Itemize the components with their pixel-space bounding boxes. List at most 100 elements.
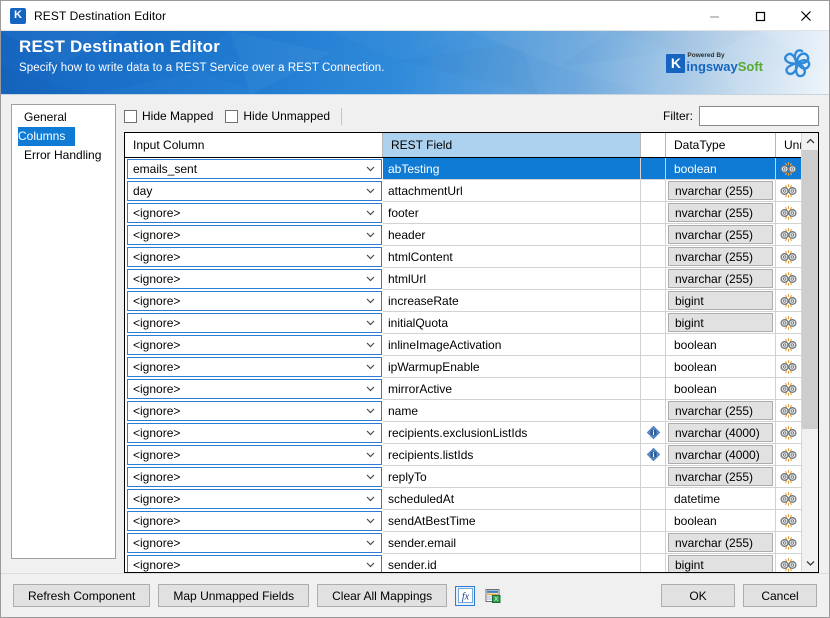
- datatype-value[interactable]: nvarchar (255): [668, 401, 773, 420]
- datatype-cell[interactable]: nvarchar (255): [666, 180, 776, 202]
- unmap-cell[interactable]: [776, 356, 801, 378]
- datatype-value[interactable]: nvarchar (4000): [668, 445, 773, 464]
- unmap-cell[interactable]: [776, 158, 801, 180]
- unmap-cell[interactable]: [776, 312, 801, 334]
- datatype-value[interactable]: nvarchar (255): [668, 247, 773, 266]
- rest-field-cell[interactable]: replyTo: [383, 466, 641, 488]
- rest-field-cell[interactable]: inlineImageActivation: [383, 334, 641, 356]
- broken-link-icon[interactable]: [780, 447, 797, 462]
- table-row[interactable]: day attachmentUrl nvarchar (255): [125, 180, 801, 202]
- column-header-input-column[interactable]: Input Column: [125, 133, 383, 157]
- datatype-value[interactable]: boolean: [668, 159, 773, 178]
- chevron-down-icon[interactable]: [366, 254, 375, 260]
- fx-expression-icon[interactable]: fx: [455, 585, 476, 606]
- scrollbar-track[interactable]: [802, 150, 818, 555]
- datatype-value[interactable]: boolean: [668, 379, 773, 398]
- datatype-value[interactable]: bigint: [668, 291, 773, 310]
- chevron-down-icon[interactable]: [366, 342, 375, 348]
- broken-link-icon[interactable]: [780, 359, 797, 374]
- broken-link-icon[interactable]: [780, 337, 797, 352]
- input-column-dropdown[interactable]: <ignore>: [127, 555, 382, 572]
- export-spreadsheet-icon[interactable]: X: [483, 585, 504, 606]
- broken-link-icon[interactable]: [780, 513, 797, 528]
- table-row[interactable]: <ignore> scheduledAt datetime: [125, 488, 801, 510]
- unmap-cell[interactable]: [776, 268, 801, 290]
- unmap-cell[interactable]: [776, 290, 801, 312]
- datatype-cell[interactable]: bigint: [666, 312, 776, 334]
- hide-unmapped-checkbox[interactable]: Hide Unmapped: [225, 109, 330, 123]
- unmap-cell[interactable]: [776, 554, 801, 572]
- input-column-dropdown[interactable]: emails_sent: [127, 159, 382, 179]
- input-column-dropdown[interactable]: <ignore>: [127, 533, 382, 553]
- datatype-cell[interactable]: boolean: [666, 356, 776, 378]
- table-row[interactable]: <ignore> replyTo nvarchar (255): [125, 466, 801, 488]
- table-row[interactable]: <ignore> name nvarchar (255): [125, 400, 801, 422]
- datatype-value[interactable]: nvarchar (255): [668, 467, 773, 486]
- broken-link-icon[interactable]: [780, 227, 797, 242]
- table-row[interactable]: <ignore> sendAtBestTime boolean: [125, 510, 801, 532]
- table-row[interactable]: <ignore> inlineImageActivation boolean: [125, 334, 801, 356]
- chevron-down-icon[interactable]: [366, 518, 375, 524]
- chevron-down-icon[interactable]: [366, 452, 375, 458]
- sidebar-item-columns[interactable]: Columns: [18, 127, 76, 146]
- refresh-component-button[interactable]: Refresh Component: [13, 584, 151, 607]
- broken-link-icon[interactable]: [780, 205, 797, 220]
- table-row[interactable]: <ignore> header nvarchar (255): [125, 224, 801, 246]
- datatype-cell[interactable]: nvarchar (4000): [666, 444, 776, 466]
- rest-field-cell[interactable]: sender.id: [383, 554, 641, 572]
- chevron-down-icon[interactable]: [366, 298, 375, 304]
- rest-field-cell[interactable]: initialQuota: [383, 312, 641, 334]
- rest-field-cell[interactable]: recipients.listIds: [383, 444, 641, 466]
- datatype-cell[interactable]: nvarchar (255): [666, 268, 776, 290]
- broken-link-icon[interactable]: [780, 557, 797, 572]
- unmap-cell[interactable]: [776, 224, 801, 246]
- rest-field-cell[interactable]: htmlUrl: [383, 268, 641, 290]
- cancel-button[interactable]: Cancel: [743, 584, 817, 607]
- table-row[interactable]: <ignore> htmlUrl nvarchar (255): [125, 268, 801, 290]
- datatype-cell[interactable]: bigint: [666, 290, 776, 312]
- unmap-cell[interactable]: [776, 202, 801, 224]
- input-column-dropdown[interactable]: <ignore>: [127, 313, 382, 333]
- rest-field-cell[interactable]: name: [383, 400, 641, 422]
- datatype-value[interactable]: boolean: [668, 335, 773, 354]
- datatype-value[interactable]: bigint: [668, 313, 773, 332]
- hide-mapped-checkbox[interactable]: Hide Mapped: [124, 109, 213, 123]
- broken-link-icon[interactable]: [780, 491, 797, 506]
- input-column-dropdown[interactable]: <ignore>: [127, 467, 382, 487]
- info-diamond-icon[interactable]: i: [646, 425, 661, 440]
- datatype-value[interactable]: nvarchar (4000): [668, 423, 773, 442]
- chevron-down-icon[interactable]: [366, 474, 375, 480]
- map-unmapped-fields-button[interactable]: Map Unmapped Fields: [158, 584, 310, 607]
- column-header-unmap[interactable]: Unmap: [776, 133, 801, 157]
- datatype-cell[interactable]: bigint: [666, 554, 776, 572]
- datatype-value[interactable]: bigint: [668, 555, 773, 572]
- datatype-cell[interactable]: nvarchar (255): [666, 400, 776, 422]
- broken-link-icon[interactable]: [780, 469, 797, 484]
- rest-field-cell[interactable]: htmlContent: [383, 246, 641, 268]
- unmap-cell[interactable]: [776, 532, 801, 554]
- datatype-value[interactable]: nvarchar (255): [668, 225, 773, 244]
- maximize-icon[interactable]: [737, 1, 783, 31]
- chevron-down-icon[interactable]: [366, 562, 375, 568]
- chevron-down-icon[interactable]: [366, 408, 375, 414]
- rest-field-cell[interactable]: sender.email: [383, 532, 641, 554]
- grid-vertical-scrollbar[interactable]: [801, 133, 818, 572]
- table-row[interactable]: <ignore> initialQuota bigint: [125, 312, 801, 334]
- broken-link-icon[interactable]: [780, 315, 797, 330]
- datatype-value[interactable]: nvarchar (255): [668, 203, 773, 222]
- scroll-up-arrow-icon[interactable]: [802, 133, 818, 150]
- broken-link-icon[interactable]: [780, 535, 797, 550]
- filter-input[interactable]: [699, 106, 819, 126]
- unmap-cell[interactable]: [776, 400, 801, 422]
- table-row[interactable]: <ignore> recipients.exclusionListIds i nvar…: [125, 422, 801, 444]
- chevron-down-icon[interactable]: [366, 320, 375, 326]
- hide-unmapped-checkbox-box[interactable]: [225, 109, 239, 123]
- broken-link-icon[interactable]: [780, 249, 797, 264]
- scrollbar-thumb[interactable]: [802, 150, 818, 430]
- unmap-cell[interactable]: [776, 444, 801, 466]
- table-row[interactable]: <ignore> footer nvarchar (255): [125, 202, 801, 224]
- broken-link-icon[interactable]: [780, 161, 797, 176]
- rest-field-cell[interactable]: footer: [383, 202, 641, 224]
- datatype-value[interactable]: datetime: [668, 489, 773, 508]
- table-row[interactable]: <ignore> mirrorActive boolean: [125, 378, 801, 400]
